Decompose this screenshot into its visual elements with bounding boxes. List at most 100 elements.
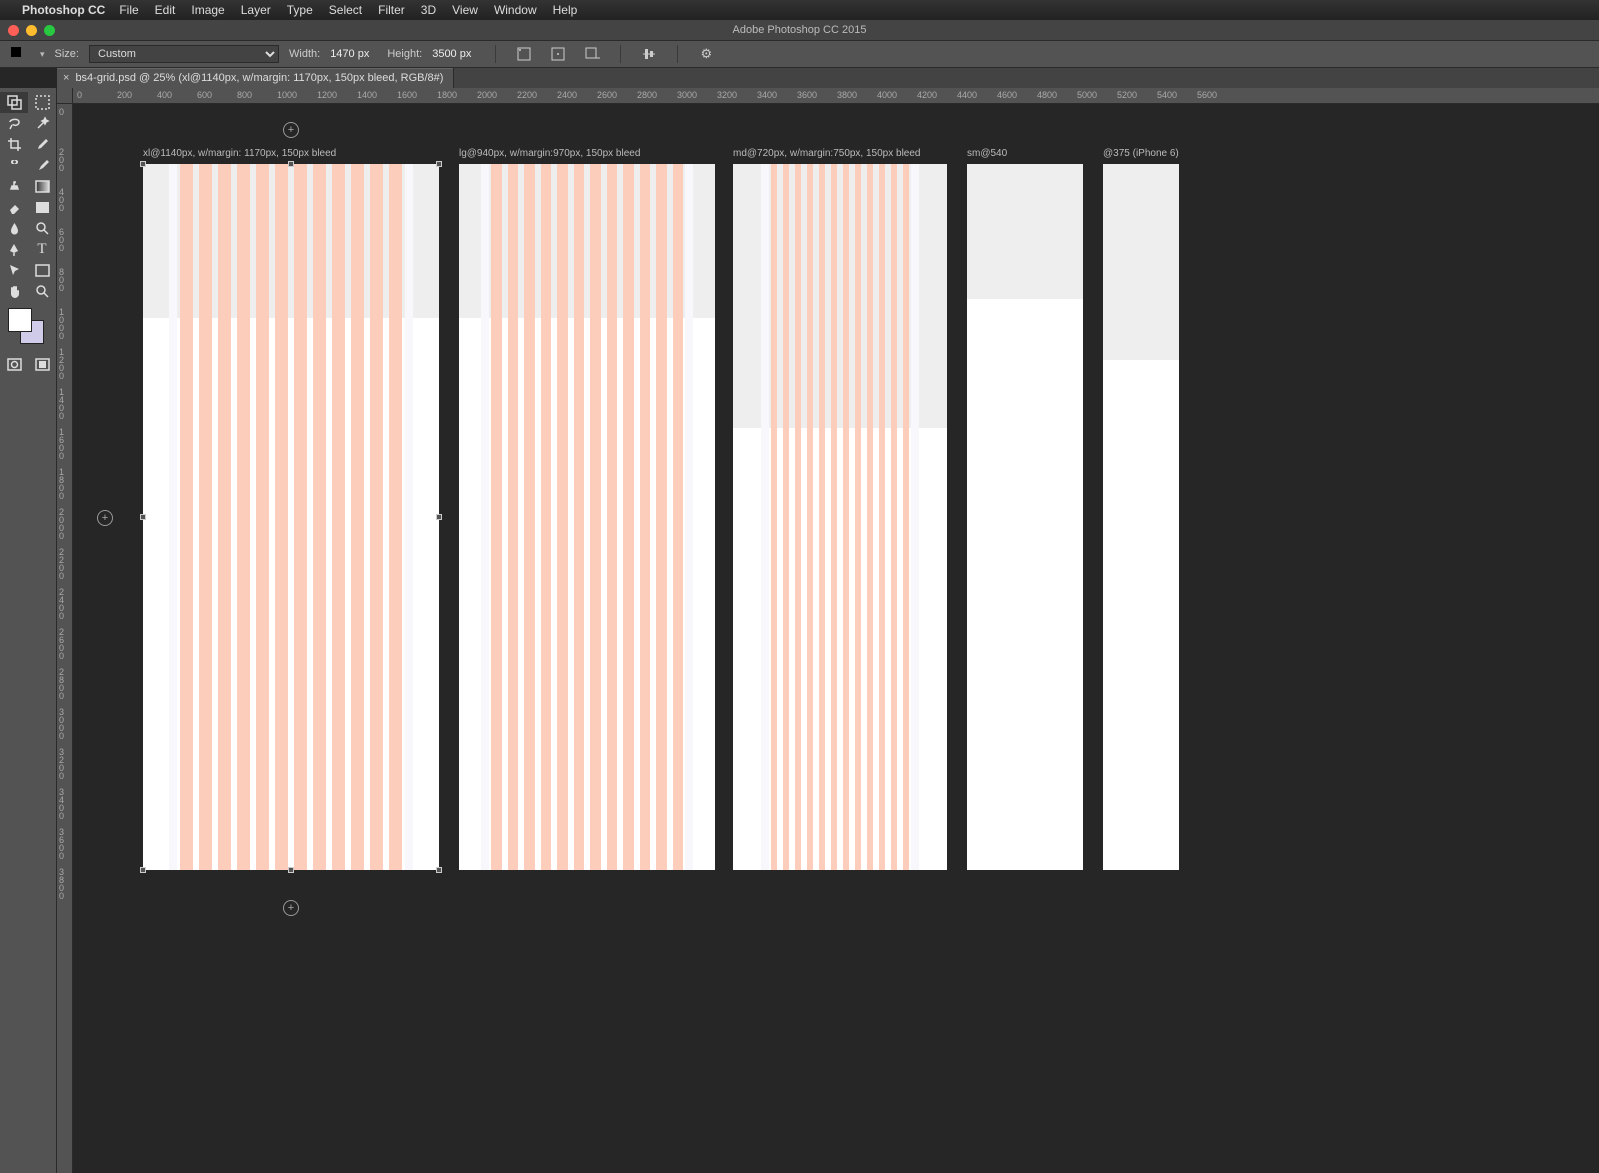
artboard-label[interactable]: xl@1140px, w/margin: 1170px, 150px bleed xyxy=(143,148,336,159)
menu-image[interactable]: Image xyxy=(191,3,224,17)
grid-column xyxy=(218,164,231,870)
ruler-origin[interactable] xyxy=(57,88,73,104)
artboard-label[interactable]: lg@940px, w/margin:970px, 150px bleed xyxy=(459,148,640,159)
artboard[interactable]: lg@940px, w/margin:970px, 150px bleed xyxy=(459,164,715,870)
dodge-tool-icon[interactable] xyxy=(28,218,56,239)
magic-wand-tool-icon[interactable] xyxy=(28,113,56,134)
menu-edit[interactable]: Edit xyxy=(155,3,176,17)
artboard[interactable]: md@720px, w/margin:750px, 150px bleed xyxy=(733,164,947,870)
chevron-down-icon[interactable]: ▾ xyxy=(40,49,45,60)
size-select[interactable]: Custom xyxy=(89,45,279,63)
align-icon[interactable] xyxy=(637,42,661,66)
eyedropper-tool-icon[interactable] xyxy=(28,134,56,155)
ruler-tick: 2800 xyxy=(637,90,657,100)
artboard-label[interactable]: sm@540 xyxy=(967,148,1007,159)
menu-view[interactable]: View xyxy=(452,3,478,17)
width-value[interactable]: 1470 px xyxy=(330,48,369,60)
selection-handle[interactable] xyxy=(436,161,442,167)
selection-handle[interactable] xyxy=(288,161,294,167)
artboard-surface[interactable] xyxy=(459,164,715,870)
crop-tool-icon[interactable] xyxy=(0,134,28,155)
ruler-tick: 400 xyxy=(59,188,71,212)
foreground-color-swatch[interactable] xyxy=(8,308,32,332)
window-titlebar: Adobe Photoshop CC 2015 xyxy=(0,20,1599,40)
ruler-tick: 3400 xyxy=(59,788,71,820)
rectangle-tool-icon[interactable] xyxy=(28,197,56,218)
gradient-tool-icon[interactable] xyxy=(28,176,56,197)
menu-window[interactable]: Window xyxy=(494,3,537,17)
close-tab-icon[interactable]: × xyxy=(63,72,69,84)
artboard-surface[interactable] xyxy=(1103,164,1179,870)
eraser-tool-icon[interactable] xyxy=(0,197,28,218)
marquee-tool-icon[interactable] xyxy=(28,92,56,113)
selection-handle[interactable] xyxy=(436,867,442,873)
add-artboard-bottom-button[interactable]: + xyxy=(283,900,299,916)
brush-tool-icon[interactable] xyxy=(28,155,56,176)
selection-handle[interactable] xyxy=(140,514,146,520)
shape-tool-icon[interactable] xyxy=(28,260,56,281)
menu-filter[interactable]: Filter xyxy=(378,3,405,17)
menu-3d[interactable]: 3D xyxy=(421,3,436,17)
menu-help[interactable]: Help xyxy=(553,3,578,17)
add-artboard-left-button[interactable]: + xyxy=(97,510,113,526)
align-center-icon[interactable] xyxy=(546,42,570,66)
current-tool-icon[interactable] xyxy=(6,46,30,62)
artboard-surface[interactable] xyxy=(733,164,947,870)
type-tool-icon[interactable]: T xyxy=(28,239,56,260)
close-window-button[interactable] xyxy=(8,25,19,36)
menu-select[interactable]: Select xyxy=(329,3,362,17)
selection-handle[interactable] xyxy=(140,867,146,873)
height-value[interactable]: 3500 px xyxy=(432,48,471,60)
margin-guide xyxy=(405,164,413,870)
color-swatches[interactable] xyxy=(8,308,48,348)
quick-mask-icon[interactable] xyxy=(0,354,28,375)
margin-guide xyxy=(169,164,177,870)
clone-stamp-tool-icon[interactable] xyxy=(0,176,28,197)
artboard-header-region xyxy=(1103,164,1179,360)
lasso-tool-icon[interactable] xyxy=(0,113,28,134)
blur-tool-icon[interactable] xyxy=(0,218,28,239)
ruler-tick: 1600 xyxy=(397,90,417,100)
artboard[interactable]: @375 (iPhone 6) xyxy=(1103,164,1179,870)
hand-tool-icon[interactable] xyxy=(0,281,28,302)
selection-handle[interactable] xyxy=(140,161,146,167)
artboard-label[interactable]: md@720px, w/margin:750px, 150px bleed xyxy=(733,148,921,159)
horizontal-ruler[interactable]: 0200400600800100012001400160018002000220… xyxy=(73,88,1599,104)
separator xyxy=(677,45,678,63)
artboard-surface[interactable] xyxy=(967,164,1083,870)
app-menu[interactable]: Photoshop CC xyxy=(22,3,105,17)
options-bar: ▾ Size: Custom Width: 1470 px Height: 35… xyxy=(0,40,1599,68)
artboard-label[interactable]: @375 (iPhone 6) xyxy=(1103,148,1179,159)
screen-mode-icon[interactable] xyxy=(28,354,56,375)
document-tab[interactable]: × bs4-grid.psd @ 25% (xl@1140px, w/margi… xyxy=(57,68,454,88)
ruler-tick: 4400 xyxy=(957,90,977,100)
grid-column xyxy=(795,164,801,870)
settings-gear-icon[interactable]: ⚙ xyxy=(694,42,718,66)
menu-type[interactable]: Type xyxy=(287,3,313,17)
pen-tool-icon[interactable] xyxy=(0,239,28,260)
menu-file[interactable]: File xyxy=(119,3,138,17)
selection-handle[interactable] xyxy=(288,867,294,873)
path-selection-tool-icon[interactable] xyxy=(0,260,28,281)
grid-column xyxy=(275,164,288,870)
selection-handle[interactable] xyxy=(436,514,442,520)
size-label: Size: xyxy=(55,48,79,60)
artboard[interactable]: sm@540 xyxy=(967,164,1083,870)
artboard-header-region xyxy=(967,164,1083,299)
menu-layer[interactable]: Layer xyxy=(241,3,271,17)
viewport[interactable]: + + + xl@1140px, w/margin: 1170px, 150px… xyxy=(73,104,1599,1173)
grid-column xyxy=(491,164,502,870)
artboard-tool-icon[interactable] xyxy=(0,92,28,113)
add-artboard-top-button[interactable]: + xyxy=(283,122,299,138)
artboard-surface[interactable] xyxy=(143,164,439,870)
add-artboard-icon[interactable] xyxy=(580,42,604,66)
artboard[interactable]: xl@1140px, w/margin: 1170px, 150px bleed xyxy=(143,164,439,870)
vertical-ruler[interactable]: 0200400600800100012001400160018002000220… xyxy=(57,104,73,1173)
zoom-tool-icon[interactable] xyxy=(28,281,56,302)
minimize-window-button[interactable] xyxy=(26,25,37,36)
ruler-tick: 1200 xyxy=(59,348,71,380)
stage[interactable]: + + + xl@1140px, w/margin: 1170px, 150px… xyxy=(73,104,1599,1173)
zoom-window-button[interactable] xyxy=(44,25,55,36)
healing-brush-tool-icon[interactable] xyxy=(0,155,28,176)
reference-point-icon[interactable] xyxy=(512,42,536,66)
